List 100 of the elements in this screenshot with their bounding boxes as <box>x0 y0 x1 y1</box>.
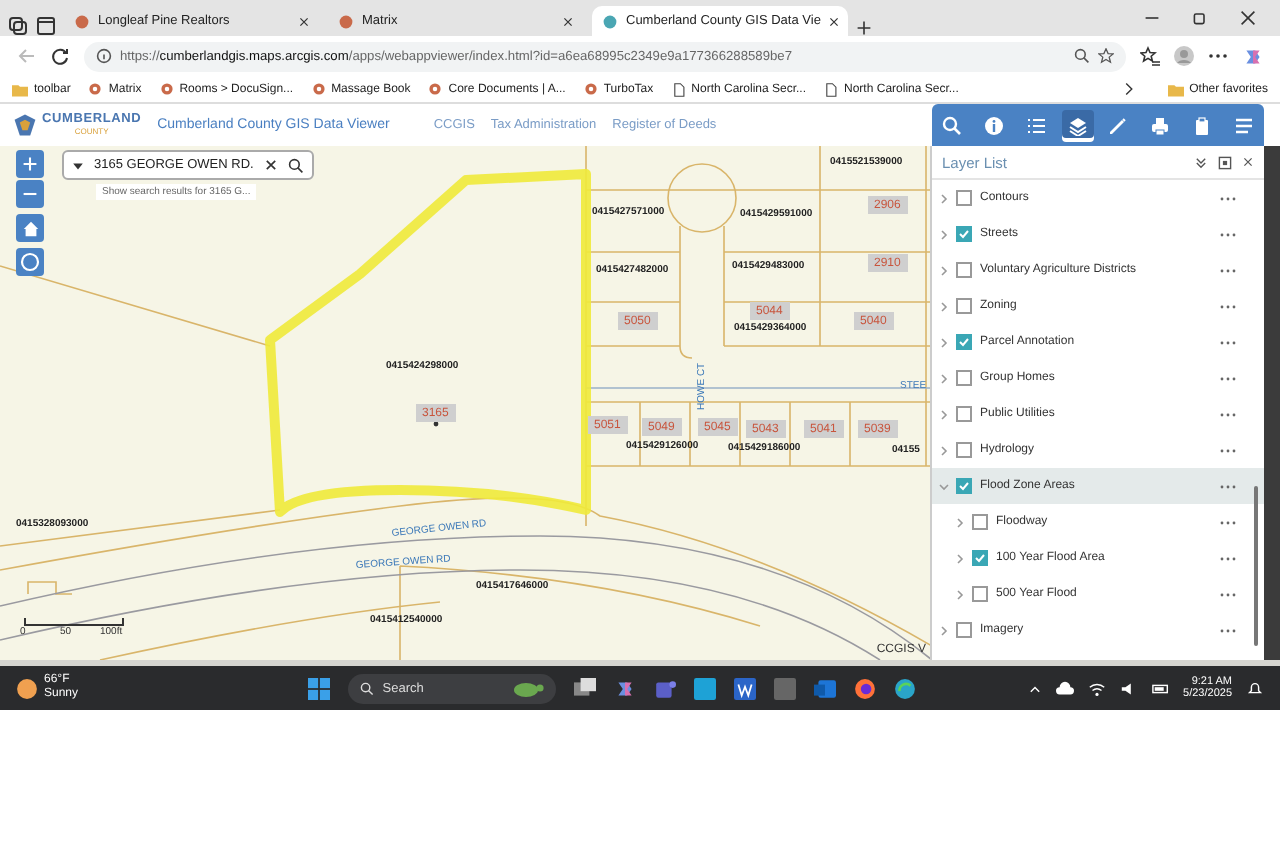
county-logo-icon <box>12 112 38 138</box>
circle-icon <box>20 252 40 272</box>
more-icon <box>1220 375 1236 381</box>
list-icon <box>1025 115 1046 135</box>
caret-icon[interactable] <box>940 409 948 419</box>
wifi-icon <box>1087 679 1106 697</box>
refresh-icon <box>50 46 70 66</box>
plus-icon <box>22 156 38 172</box>
more-icon <box>1220 555 1236 561</box>
close-icon <box>1242 156 1254 168</box>
layer-checkbox[interactable] <box>956 406 972 422</box>
caret-icon[interactable] <box>940 301 948 311</box>
layer-checkbox[interactable] <box>956 622 972 638</box>
site-info-icon <box>96 48 112 64</box>
chevron-right-icon <box>1121 82 1136 96</box>
workspaces-icon <box>8 16 28 36</box>
layer-checkbox[interactable] <box>972 550 988 566</box>
layer-checkbox[interactable] <box>956 334 972 350</box>
caret-icon[interactable] <box>940 373 948 383</box>
caret-icon[interactable] <box>940 193 948 203</box>
caret-icon[interactable] <box>956 517 964 527</box>
layer-checkbox[interactable] <box>956 478 972 494</box>
layers-icon <box>1067 115 1088 135</box>
close-icon <box>1240 10 1256 26</box>
bell-icon <box>1246 679 1264 697</box>
more-icon <box>1220 339 1236 345</box>
zoom-out-button[interactable] <box>16 180 44 208</box>
site-icon <box>428 82 443 96</box>
weather-sun-icon <box>16 677 38 699</box>
page-icon <box>824 81 839 97</box>
folder-icon <box>12 81 28 97</box>
page-icon <box>671 81 686 97</box>
restore-icon <box>1192 10 1208 26</box>
pencil-icon <box>1108 115 1129 135</box>
collapse-icon <box>1194 155 1208 169</box>
clipboard-icon <box>1191 115 1212 135</box>
more-icon <box>1220 591 1236 597</box>
more-icon <box>1220 447 1236 453</box>
tab-favicon-icon <box>338 13 354 29</box>
new-tab-icon <box>856 20 872 36</box>
task-view-icon <box>574 677 597 699</box>
layer-checkbox[interactable] <box>956 442 972 458</box>
layer-checkbox[interactable] <box>956 190 972 206</box>
caret-icon[interactable] <box>956 553 964 563</box>
windows-start-icon <box>308 677 331 699</box>
more-icon <box>1220 231 1236 237</box>
more-icon <box>1220 267 1236 273</box>
search-icon <box>288 157 304 173</box>
locate-button[interactable] <box>16 248 44 276</box>
scrollbar[interactable] <box>1254 486 1258 646</box>
more-icon <box>1220 303 1236 309</box>
layer-checkbox[interactable] <box>956 370 972 386</box>
app-tile-icon <box>694 677 717 699</box>
print-icon <box>1150 115 1171 135</box>
more-icon <box>1220 519 1236 525</box>
search-icon <box>360 681 375 695</box>
avatar-icon <box>1174 46 1194 66</box>
caret-icon[interactable] <box>940 265 948 275</box>
more-icon <box>1220 411 1236 417</box>
layer-checkbox[interactable] <box>972 586 988 602</box>
layer-checkbox[interactable] <box>972 514 988 530</box>
back-icon <box>16 46 36 66</box>
caret-icon[interactable] <box>956 589 964 599</box>
chevron-up-icon <box>1027 681 1042 695</box>
info-icon <box>984 115 1005 135</box>
battery-icon <box>1151 679 1170 697</box>
caret-icon[interactable] <box>940 337 948 347</box>
home-button[interactable] <box>16 214 44 242</box>
caret-icon[interactable] <box>939 482 949 490</box>
tab-actions-icon <box>36 16 56 36</box>
close-icon <box>828 15 841 27</box>
star-icon <box>1098 48 1114 64</box>
caret-icon[interactable] <box>940 625 948 635</box>
search-icon <box>942 115 963 135</box>
tab-favicon-icon <box>602 13 618 29</box>
folder-icon <box>1167 81 1184 97</box>
more-icon <box>1220 627 1236 633</box>
more-icon <box>1220 483 1236 489</box>
dropdown-caret-icon <box>72 159 84 171</box>
tab-favicon-icon <box>74 13 90 29</box>
scale-bar <box>24 618 124 626</box>
layer-checkbox[interactable] <box>956 226 972 242</box>
home-icon <box>21 219 39 237</box>
caret-icon[interactable] <box>940 229 948 239</box>
close-icon <box>562 15 574 27</box>
site-icon <box>88 82 103 96</box>
more-icon <box>1220 195 1236 201</box>
close-icon <box>298 15 310 27</box>
site-icon <box>311 82 326 96</box>
favorites-icon <box>1140 46 1160 66</box>
site-icon <box>583 82 598 96</box>
toolbar-button[interactable] <box>1061 109 1094 141</box>
layer-checkbox[interactable] <box>956 262 972 278</box>
zoom-in-button[interactable] <box>16 150 44 178</box>
cloud-icon <box>1055 679 1074 697</box>
caret-icon[interactable] <box>940 445 948 455</box>
site-icon <box>159 82 174 96</box>
maximize-icon <box>1218 155 1232 169</box>
menu-icon <box>1233 115 1254 135</box>
layer-checkbox[interactable] <box>956 298 972 314</box>
